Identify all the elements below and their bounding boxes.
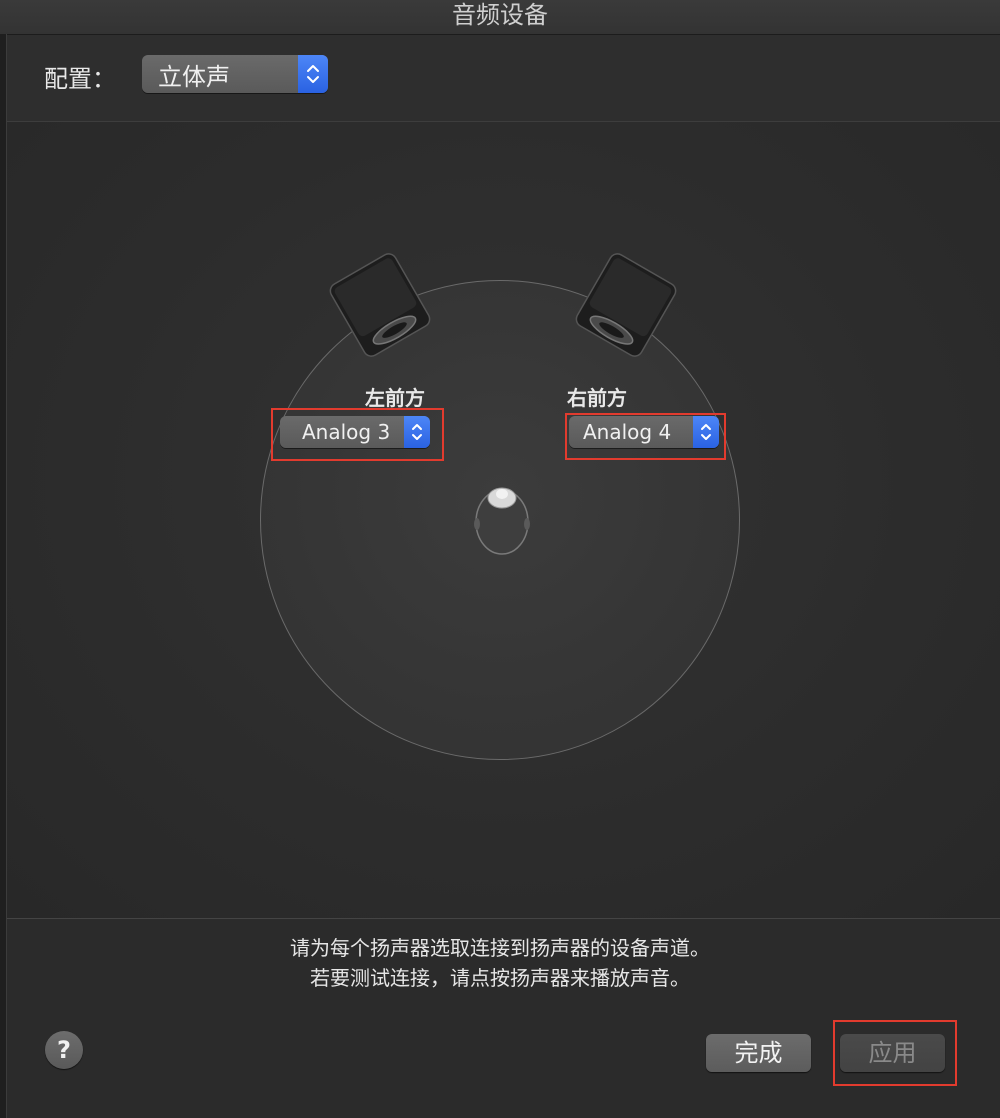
left-front-label: 左前方 [365, 386, 425, 410]
config-select[interactable]: 立体声 [142, 55, 328, 93]
config-select-value: 立体声 [158, 62, 230, 91]
help-button[interactable]: ? [45, 1031, 83, 1069]
listener-head-icon [470, 480, 534, 556]
config-header: 配置： 立体声 [7, 35, 1000, 122]
config-label: 配置： [44, 65, 116, 93]
right-front-speaker-icon[interactable] [571, 250, 681, 360]
right-front-label: 右前方 [567, 386, 627, 410]
instruction-line-1: 请为每个扬声器选取连接到扬声器的设备声道。 [290, 936, 710, 960]
speaker-layout-area: 左前方 右前方 Analog 3 Analog 4 [7, 122, 1000, 919]
window-title: 音频设备 [0, 0, 1000, 35]
left-front-speaker-icon[interactable] [325, 250, 435, 360]
done-button[interactable]: 完成 [706, 1034, 811, 1072]
apply-button-highlight [833, 1020, 957, 1086]
right-channel-highlight [565, 413, 726, 460]
chevron-updown-icon [298, 55, 328, 93]
audio-devices-window: 音频设备 配置： 立体声 左前方 右前方 Analog 3 Analog 4 请… [0, 0, 1000, 1118]
instruction-line-2: 若要测试连接，请点按扬声器来播放声音。 [310, 966, 690, 990]
left-channel-highlight [271, 408, 444, 461]
